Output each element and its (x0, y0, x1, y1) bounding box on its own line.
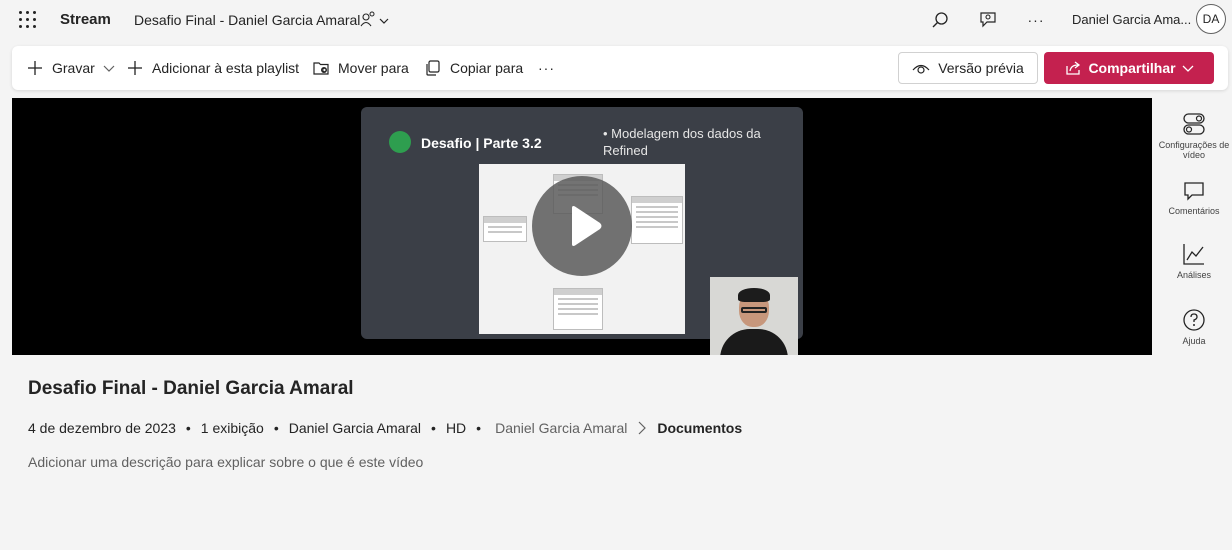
top-header: Stream Desafio Final - Daniel Garcia Ama… (0, 0, 1232, 40)
video-settings-label: Configurações de vídeo (1158, 140, 1230, 160)
record-label: Gravar (52, 60, 95, 76)
feedback-icon[interactable] (976, 8, 1000, 32)
help-label: Ajuda (1182, 336, 1206, 346)
people-icon[interactable] (360, 10, 390, 30)
slide-bullet: • Modelagem dos dados da Refined (603, 126, 761, 158)
breadcrumb-root[interactable]: Daniel Garcia Amaral (495, 420, 627, 436)
preview-label: Versão prévia (938, 60, 1024, 76)
chevron-down-icon (103, 65, 115, 72)
chevron-right-icon (638, 421, 647, 435)
help-icon (1183, 309, 1205, 331)
chevron-down-icon (1182, 65, 1194, 72)
plus-icon (128, 61, 142, 75)
document-title: Desafio Final - Daniel Garcia Amaral (134, 12, 361, 28)
add-to-playlist-label: Adicionar à esta playlist (152, 60, 300, 76)
copy-to-label: Copiar para (450, 60, 524, 76)
play-button[interactable] (532, 176, 632, 276)
share-button[interactable]: Compartilhar (1044, 52, 1214, 84)
video-metadata: 4 de dezembro de 2023 • 1 exibição • Dan… (28, 420, 742, 436)
copy-icon (426, 60, 440, 76)
eye-icon (912, 64, 930, 74)
breadcrumb-folder[interactable]: Documentos (657, 420, 742, 436)
separator-dot: • (476, 420, 482, 436)
search-icon[interactable] (928, 8, 952, 32)
user-name[interactable]: Daniel Garcia Ama... (1072, 12, 1191, 27)
preview-button[interactable]: Versão prévia (898, 52, 1038, 84)
command-bar: Gravar Adicionar à esta playlist Mover p… (12, 46, 1228, 90)
folder-move-icon (313, 62, 329, 75)
copy-to-button[interactable]: Copiar para (424, 58, 523, 78)
share-label: Compartilhar (1088, 60, 1176, 76)
record-button[interactable]: Gravar (26, 58, 115, 78)
video-player[interactable]: Desafio | Parte 3.2 • Modelagem dos dado… (12, 98, 1152, 355)
slide-dot (389, 131, 411, 153)
comment-icon (1184, 182, 1204, 201)
quality-badge: HD (445, 420, 467, 436)
separator-dot: • (185, 420, 191, 436)
video-title[interactable]: Desafio Final - Daniel Garcia Amaral (28, 378, 354, 400)
analytics-label: Análises (1176, 270, 1212, 280)
share-icon (1066, 61, 1081, 75)
video-settings-button[interactable]: Configurações de vídeo (1158, 112, 1230, 160)
separator-dot: • (273, 420, 279, 436)
comments-label: Comentários (1168, 206, 1220, 216)
description-field[interactable]: Adicionar uma descrição para explicar so… (28, 454, 423, 470)
upload-date: 4 de dezembro de 2023 (28, 420, 176, 436)
more-commands-icon[interactable]: ··· (538, 58, 555, 78)
waffle-icon[interactable] (19, 11, 37, 29)
plus-icon (28, 61, 42, 75)
move-to-button[interactable]: Mover para (312, 58, 409, 78)
separator-dot: • (431, 420, 436, 436)
avatar[interactable]: DA (1196, 4, 1226, 34)
webcam-overlay (710, 277, 798, 355)
app-name[interactable]: Stream (60, 11, 111, 28)
play-icon (572, 206, 602, 246)
add-to-playlist-button[interactable]: Adicionar à esta playlist (126, 58, 299, 78)
comments-button[interactable]: Comentários (1158, 180, 1230, 216)
view-count: 1 exibição (200, 420, 264, 436)
analytics-button[interactable]: Análises (1158, 242, 1230, 280)
more-icon[interactable]: ··· (1024, 8, 1048, 32)
toggle-settings-icon (1183, 113, 1205, 135)
chart-line-icon (1183, 244, 1204, 265)
owner-name[interactable]: Daniel Garcia Amaral (289, 420, 421, 436)
help-button[interactable]: Ajuda (1158, 308, 1230, 346)
move-to-label: Mover para (338, 60, 409, 76)
slide-heading: Desafio | Parte 3.2 (421, 135, 542, 151)
